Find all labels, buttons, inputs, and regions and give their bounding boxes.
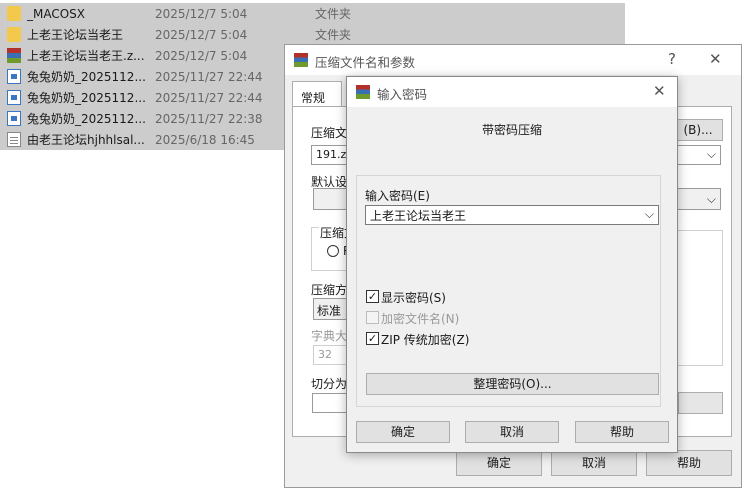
password-heading: 带密码压缩 [481, 123, 542, 137]
archive-name-label: 压缩文 [311, 126, 348, 140]
file-date: 2025/12/7 5:04 [155, 6, 248, 21]
file-date: 2025/12/7 5:04 [155, 27, 248, 42]
file-date: 2025/6/18 16:45 [155, 132, 255, 147]
panel-side-button[interactable] [678, 392, 723, 414]
close-icon[interactable]: ✕ [653, 82, 666, 100]
archive-cancel-button[interactable]: 取消 [551, 450, 637, 476]
folder-icon [7, 27, 21, 42]
help-icon[interactable]: ? [668, 50, 676, 68]
file-name: 兔兔奶奶_2025112... [27, 70, 145, 84]
chevron-down-icon[interactable]: ⌵ [645, 207, 654, 222]
file-name: 由老王论坛hjhhlsal... [27, 133, 145, 147]
file-name: 上老王论坛当老王 [27, 28, 124, 42]
encrypt-filenames-label: 加密文件名(N) [381, 312, 460, 326]
file-date: 2025/12/7 5:04 [155, 48, 248, 63]
password-ok-button[interactable]: 确定 [356, 421, 450, 443]
file-name: _MACOSX [27, 6, 86, 21]
archive-ok-button[interactable]: 确定 [456, 450, 542, 476]
dictionary-label: 字典大 [311, 329, 348, 343]
winrar-icon [294, 53, 308, 67]
tab-general[interactable]: 常规 [292, 81, 342, 107]
file-row[interactable]: _MACOSX 2025/12/7 5:04 文件夹 [0, 3, 625, 24]
file-date: 2025/11/27 22:44 [155, 90, 263, 105]
zip-legacy-label: ZIP 传统加密(Z) [381, 333, 470, 347]
password-help-button[interactable]: 帮助 [575, 421, 669, 443]
archive-dialog-title: 压缩文件名和参数 [315, 55, 416, 70]
method-value: 标准 [317, 304, 342, 318]
file-name: 上老王论坛当老王.z... [27, 49, 145, 63]
encrypt-filenames-checkbox[interactable] [366, 311, 379, 324]
split-label: 切分为 [311, 377, 348, 391]
txt-icon [7, 132, 21, 147]
winrar-icon [356, 85, 370, 99]
method-label: 压缩方 [311, 283, 348, 297]
organize-passwords-button[interactable]: 整理密码(O)... [366, 373, 659, 395]
password-label: 输入密码(E) [365, 189, 430, 203]
format-radio[interactable] [327, 245, 339, 257]
file-type: 文件夹 [315, 28, 352, 42]
password-cancel-button[interactable]: 取消 [465, 421, 559, 443]
password-dialog-title: 输入密码 [377, 87, 428, 102]
zip-legacy-checkbox[interactable]: ✓ [366, 332, 379, 345]
file-date: 2025/11/27 22:44 [155, 69, 263, 84]
archive-dialog-titlebar[interactable]: 压缩文件名和参数 ? ✕ [285, 45, 741, 75]
file-name: 兔兔奶奶_2025112... [27, 112, 145, 126]
file-type: 文件夹 [315, 7, 352, 21]
show-password-checkbox[interactable]: ✓ [366, 290, 379, 303]
file-name: 兔兔奶奶_2025112... [27, 91, 145, 105]
file-date: 2025/11/27 22:38 [155, 111, 263, 126]
password-value: 上老王论坛当老王 [370, 209, 467, 223]
password-input[interactable]: 上老王论坛当老王 ⌵ [365, 205, 659, 225]
chevron-down-icon: ⌵ [706, 147, 716, 161]
password-dialog: 输入密码 ✕ 带密码压缩 输入密码(E) 上老王论坛当老王 ⌵ ✓ 显示密码(S… [346, 76, 678, 453]
close-icon[interactable]: ✕ [709, 50, 722, 68]
chevron-down-icon: ⌵ [706, 192, 716, 206]
doc-icon [7, 69, 21, 84]
dictionary-value: 32 [318, 348, 332, 361]
doc-icon [7, 111, 21, 126]
browse-button[interactable]: (B)... [673, 119, 723, 141]
winrar-icon [7, 48, 21, 63]
show-password-label: 显示密码(S) [381, 291, 446, 305]
file-row[interactable]: 上老王论坛当老王 2025/12/7 5:04 文件夹 [0, 24, 625, 45]
folder-icon [7, 6, 21, 21]
password-dialog-titlebar[interactable]: 输入密码 ✕ [347, 77, 677, 107]
doc-icon [7, 90, 21, 105]
archive-help-button[interactable]: 帮助 [646, 450, 732, 476]
